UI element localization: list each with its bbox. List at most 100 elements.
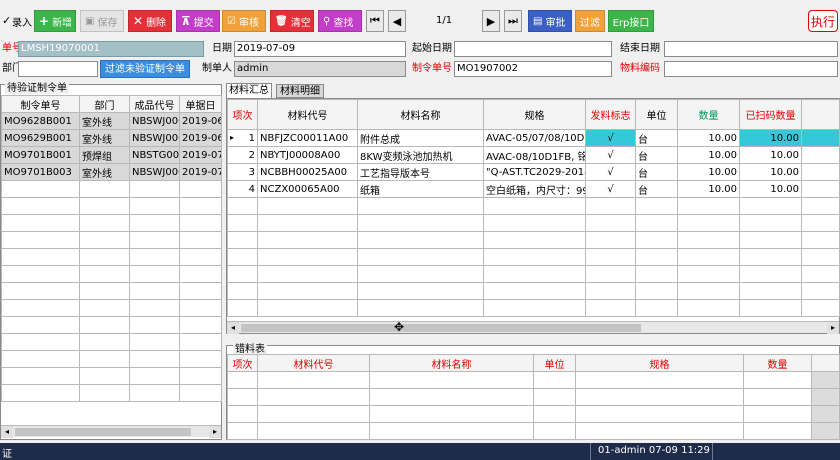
col-order-no[interactable]: 制令单号 — [1, 95, 80, 113]
col-scanned-qty[interactable]: 已扫码数量 — [739, 99, 802, 130]
pending-orders-header: 制令单号 部门 成品代号 单据日 — [1, 95, 222, 113]
col-dept[interactable]: 部门 — [79, 95, 130, 113]
audit-button[interactable]: ☑ 审核 — [222, 10, 266, 32]
start-date-label: 起始日期 — [412, 43, 452, 54]
close-icon: ✕ — [133, 14, 144, 28]
col-product-code[interactable]: 成品代号 — [129, 95, 180, 113]
material-grid-header: 项次 材料代号 材料名称 规格 发料标志 单位 数量 已扫码数量 — [227, 99, 840, 130]
date-field[interactable]: 2019-07-09 — [234, 41, 406, 57]
approve-button[interactable]: ▤ 审批 — [528, 10, 572, 32]
dept-field[interactable] — [18, 61, 98, 77]
table-row — [227, 265, 840, 283]
col-unit[interactable]: 单位 — [533, 354, 576, 372]
date-label: 日期 — [212, 43, 232, 54]
document-icon: ▤ — [533, 15, 543, 27]
material-code-label: 物料编码 — [620, 63, 660, 74]
material-code-field[interactable] — [664, 61, 838, 77]
filter-button[interactable]: 过滤 — [575, 10, 605, 32]
error-grid: 项次 材料代号 材料名称 单位 规格 数量 — [227, 354, 840, 440]
table-row[interactable]: ▸ 1 NBFJZC00011A00 附件总成 AVAC-05/07/08/10D… — [227, 129, 840, 147]
table-row — [1, 231, 222, 249]
previous-record-button[interactable]: ◀ — [388, 10, 406, 32]
material-horizontal-scrollbar[interactable]: ◂ ▸ — [227, 321, 839, 334]
col-spec[interactable]: 规格 — [575, 354, 744, 372]
col-item-no[interactable]: 项次 — [227, 354, 258, 372]
table-row[interactable]: MO9629B001 室外线 NBSWJ0002 2019-06 — [1, 129, 222, 147]
col-material-name[interactable]: 材料名称 — [357, 99, 484, 130]
table-row[interactable]: 4 NCZX00065A00 纸箱 空白纸箱，内尺寸：99 √ 台 10.00 … — [227, 180, 840, 198]
status-left-text: 证 — [2, 449, 12, 460]
order-no-label: 制令单号 — [412, 63, 452, 74]
new-button[interactable]: + 新增 — [34, 10, 76, 32]
table-row — [1, 197, 222, 215]
table-row — [227, 248, 840, 266]
scroll-right-icon[interactable]: ▸ — [827, 322, 839, 334]
table-row — [1, 282, 222, 300]
error-grid-header: 项次 材料代号 材料名称 单位 规格 数量 — [227, 354, 840, 372]
last-record-button[interactable]: ⏭ — [504, 10, 522, 32]
left-horizontal-scrollbar[interactable]: ◂ ▸ — [1, 425, 221, 438]
save-button[interactable]: ▣ 保存 — [80, 10, 124, 32]
error-grid-panel: 错料表 项次 材料代号 材料名称 单位 规格 数量 — [226, 340, 840, 440]
table-row[interactable]: 3 NCBBH00025A00 工艺指导版本号 "Q-AST.TC2029-20… — [227, 163, 840, 181]
col-material-code[interactable]: 材料代号 — [257, 354, 370, 372]
table-row[interactable]: MO9701B001 预焊组 NBSTG000C 2019-07 — [1, 146, 222, 164]
search-button[interactable]: ⚲ 查找 — [318, 10, 362, 32]
status-user-time: 01-admin 07-09 11:29 — [598, 445, 710, 456]
col-material-code[interactable]: 材料代号 — [257, 99, 358, 130]
trash-icon: 🗑 — [275, 15, 288, 27]
scroll-thumb[interactable] — [241, 324, 641, 332]
entry-mode-label: 录入 — [12, 18, 32, 29]
table-row — [227, 388, 840, 406]
erp-interface-button[interactable]: Erp接口 — [608, 10, 654, 32]
scroll-left-icon[interactable]: ◂ — [1, 426, 13, 438]
scroll-thumb[interactable] — [15, 428, 191, 436]
status-divider — [712, 443, 713, 460]
table-row — [1, 265, 222, 283]
col-issue-flag[interactable]: 发料标志 — [585, 99, 636, 130]
start-date-field[interactable] — [454, 41, 612, 57]
table-row[interactable]: MO9628B001 室外线 NBSWJ0002 2019-06 — [1, 112, 222, 130]
col-material-name[interactable]: 材料名称 — [369, 354, 534, 372]
col-item-no[interactable]: 项次 — [227, 99, 258, 130]
first-record-button[interactable]: ⏮ — [366, 10, 384, 32]
clear-button[interactable]: 🗑 清空 — [270, 10, 314, 32]
table-row[interactable]: 2 NBYTJ00008A00 8KW变频泳池加热机 AVAC-08/10D1F… — [227, 146, 840, 164]
col-quantity[interactable]: 数量 — [677, 99, 740, 130]
error-grid-title: 错料表 — [233, 340, 267, 355]
tab-material-detail[interactable]: 材料明细 — [276, 84, 324, 98]
tab-material-summary[interactable]: 材料汇总 — [226, 83, 272, 98]
doc-no-field[interactable]: LMSH19070001 — [18, 41, 204, 57]
next-record-button[interactable]: ▶ — [482, 10, 500, 32]
end-date-field[interactable] — [664, 41, 838, 57]
check-box-icon: ☑ — [227, 15, 236, 27]
scroll-right-icon[interactable]: ▸ — [209, 426, 221, 438]
creator-field[interactable]: admin — [234, 61, 406, 77]
upload-icon: ⊼ — [181, 14, 191, 28]
filter-unverified-button[interactable]: 过滤未验证制令单 — [100, 60, 190, 78]
col-unit[interactable]: 单位 — [635, 99, 678, 130]
col-doc-date[interactable]: 单据日 — [179, 95, 222, 113]
table-row[interactable]: MO9701B003 室外线 NBSWJ0002 2019-07 — [1, 163, 222, 181]
order-no-field[interactable]: MO1907002 — [454, 61, 612, 77]
table-row — [227, 299, 840, 317]
triangle-right-icon: ▶ — [486, 14, 496, 28]
material-grid-panel: 项次 材料代号 材料名称 规格 发料标志 单位 数量 已扫码数量 ▸ 1 NBFJ… — [226, 98, 840, 334]
pending-orders-title: 待验证制令单 — [5, 79, 69, 94]
entry-mode-check-icon: ✓ — [2, 14, 12, 27]
table-row — [1, 180, 222, 198]
scroll-left-icon[interactable]: ◂ — [227, 322, 239, 334]
status-bar: 证 01-admin 07-09 11:29 — [0, 443, 840, 460]
submit-button[interactable]: ⊼ 提交 — [176, 10, 220, 32]
col-extra — [811, 354, 840, 372]
table-row — [227, 422, 840, 440]
col-quantity[interactable]: 数量 — [743, 354, 812, 372]
delete-button[interactable]: ✕ 删除 — [128, 10, 172, 32]
splitter-move-icon[interactable]: ✥ — [394, 320, 404, 334]
col-spec[interactable]: 规格 — [483, 99, 586, 130]
end-date-label: 结束日期 — [620, 43, 660, 54]
table-row — [1, 214, 222, 232]
execute-button[interactable]: 执行 — [808, 10, 838, 32]
table-row — [227, 197, 840, 215]
triangle-left-icon: ◀ — [392, 14, 402, 28]
